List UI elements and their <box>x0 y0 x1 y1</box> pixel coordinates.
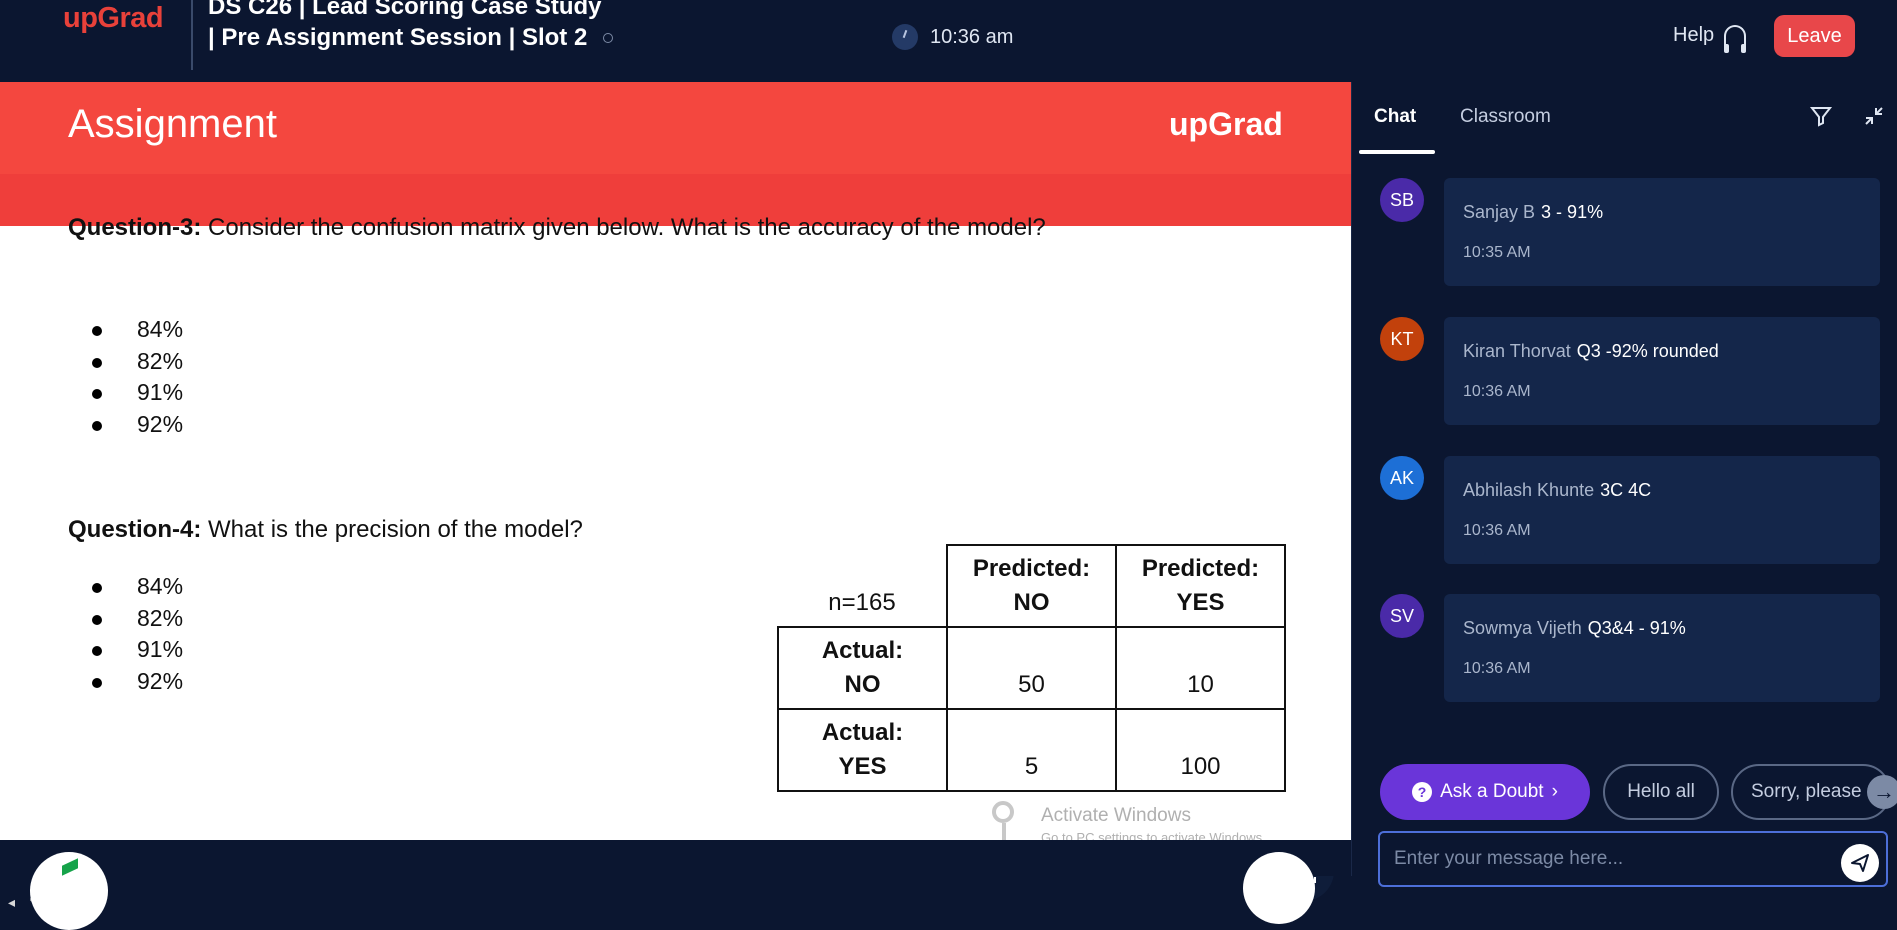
question-4-options: 84% 82% 91% 92% <box>90 571 183 697</box>
avatar: AK <box>1380 456 1424 500</box>
list-item: 82% <box>90 603 183 635</box>
filter-icon[interactable] <box>1809 104 1833 128</box>
question-3-text: Consider the confusion matrix given belo… <box>208 214 1046 241</box>
confusion-matrix: n=165 Predicted: NO Predicted: YES Actual:… <box>777 544 1286 792</box>
message-text: Q3&4 - 91% <box>1587 618 1686 638</box>
message-time: 10:36 AM <box>1463 522 1531 539</box>
message-author: Sanjay B <box>1463 202 1536 222</box>
chat-message: SB Sanjay B3 - 91% 10:35 AM <box>1380 178 1890 288</box>
chat-tabs: Chat Classroom <box>1352 82 1897 154</box>
message-time: 10:35 AM <box>1463 244 1531 261</box>
question-4: Question-4: What is the precision of the… <box>68 516 583 544</box>
quick-reply-hello[interactable]: Hello all <box>1603 764 1719 820</box>
avatar: SV <box>1380 594 1424 638</box>
session-title: DS C26 | Lead Scoring Case Study | Pre A… <box>208 0 602 51</box>
message-author: Abhilash Khunte <box>1463 480 1595 500</box>
chat-message: SV Sowmya Vijeth Q3&4 - 91% 10:36 AM <box>1380 594 1890 704</box>
chat-message: AK Abhilash Khunte 3C 4C 10:36 AM <box>1380 456 1890 566</box>
ask-doubt-button[interactable]: ? Ask a Doubt › <box>1380 764 1590 820</box>
ask-doubt-label: Ask a Doubt <box>1440 781 1544 802</box>
top-bar: upGrad DS C26 | Lead Scoring Case Study … <box>0 0 1897 82</box>
message-bubble: Sanjay B3 - 91% 10:35 AM <box>1444 178 1880 286</box>
matrix-cell: 5 <box>946 708 1117 792</box>
question-4-label: Question-4: <box>68 516 202 543</box>
collapse-icon[interactable] <box>1864 106 1884 126</box>
question-3-options: 84% 82% 91% 92% <box>90 314 183 440</box>
list-item: 92% <box>90 409 183 441</box>
chevron-right-icon: › <box>1551 781 1558 802</box>
list-item: 84% <box>90 314 183 346</box>
matrix-cell: 100 <box>1115 708 1286 792</box>
message-bubble: Abhilash Khunte 3C 4C 10:36 AM <box>1444 456 1880 564</box>
message-input[interactable] <box>1378 831 1888 887</box>
headset-icon <box>1724 24 1747 53</box>
presentation-slide: Assignment upGrad Question-3: Consider t… <box>0 82 1351 910</box>
list-item: 91% <box>90 377 183 409</box>
slide-title: Assignment <box>68 102 277 146</box>
clock-time: 10:36 am <box>930 25 1014 48</box>
activation-watermark: Activate Windows <box>1041 805 1191 826</box>
question-3: Question-3: Consider the confusion matri… <box>68 214 1046 242</box>
chat-message: KT Kiran Thorvat Q3 -92% rounded 10:36 AM <box>1380 317 1890 427</box>
chat-panel: Chat Classroom SB Sanjay B3 - 91% 10:35 … <box>1351 82 1897 887</box>
session-clock: 10:36 am <box>892 24 1013 50</box>
help-button[interactable]: Help <box>1673 24 1747 53</box>
list-item: 91% <box>90 634 183 666</box>
message-author: Sowmya Vijeth <box>1463 618 1582 638</box>
brand-logo: upGrad <box>63 2 164 34</box>
active-tab-indicator <box>1359 150 1435 154</box>
message-time: 10:36 AM <box>1463 383 1531 400</box>
send-icon[interactable] <box>1841 844 1879 882</box>
info-icon[interactable] <box>603 33 613 43</box>
message-text: Q3 -92% rounded <box>1576 341 1719 361</box>
slide-header: Assignment upGrad <box>0 82 1351 174</box>
matrix-row-header: Actual: NO <box>777 626 948 710</box>
bottom-strip <box>0 840 1351 876</box>
message-text: 3 - 91% <box>1541 202 1604 222</box>
message-text: 3C 4C <box>1600 480 1652 500</box>
scroll-right-button[interactable]: → <box>1867 775 1897 809</box>
tab-chat[interactable]: Chat <box>1374 106 1416 128</box>
question-4-text: What is the precision of the model? <box>208 516 583 543</box>
matrix-corner: n=165 <box>828 588 896 616</box>
message-bubble: Kiran Thorvat Q3 -92% rounded 10:36 AM <box>1444 317 1880 425</box>
matrix-cell: 10 <box>1115 626 1286 710</box>
list-item: 82% <box>90 346 183 378</box>
list-item: 84% <box>90 571 183 603</box>
reaction-button[interactable] <box>30 852 108 930</box>
matrix-row-header: Actual: YES <box>777 708 948 792</box>
question-3-label: Question-3: <box>68 214 202 241</box>
leave-button[interactable]: Leave <box>1774 15 1855 57</box>
avatar: SB <box>1380 178 1424 222</box>
message-bubble: Sowmya Vijeth Q3&4 - 91% 10:36 AM <box>1444 594 1880 702</box>
slide-brand-logo: upGrad <box>1169 106 1283 142</box>
message-time: 10:36 AM <box>1463 660 1531 677</box>
avatar: KT <box>1380 317 1424 361</box>
question-icon: ? <box>1412 782 1433 802</box>
help-label: Help <box>1673 24 1715 46</box>
divider <box>191 0 193 70</box>
matrix-col-header: Predicted: YES <box>1115 544 1286 628</box>
key-icon <box>992 801 1014 847</box>
message-author: Kiran Thorvat <box>1463 341 1571 361</box>
list-item: 92% <box>90 666 183 698</box>
clock-icon <box>892 24 918 50</box>
reaction-button[interactable] <box>1243 852 1315 924</box>
matrix-cell: 50 <box>946 626 1117 710</box>
matrix-col-header: Predicted: NO <box>946 544 1117 628</box>
tab-classroom[interactable]: Classroom <box>1460 106 1551 128</box>
